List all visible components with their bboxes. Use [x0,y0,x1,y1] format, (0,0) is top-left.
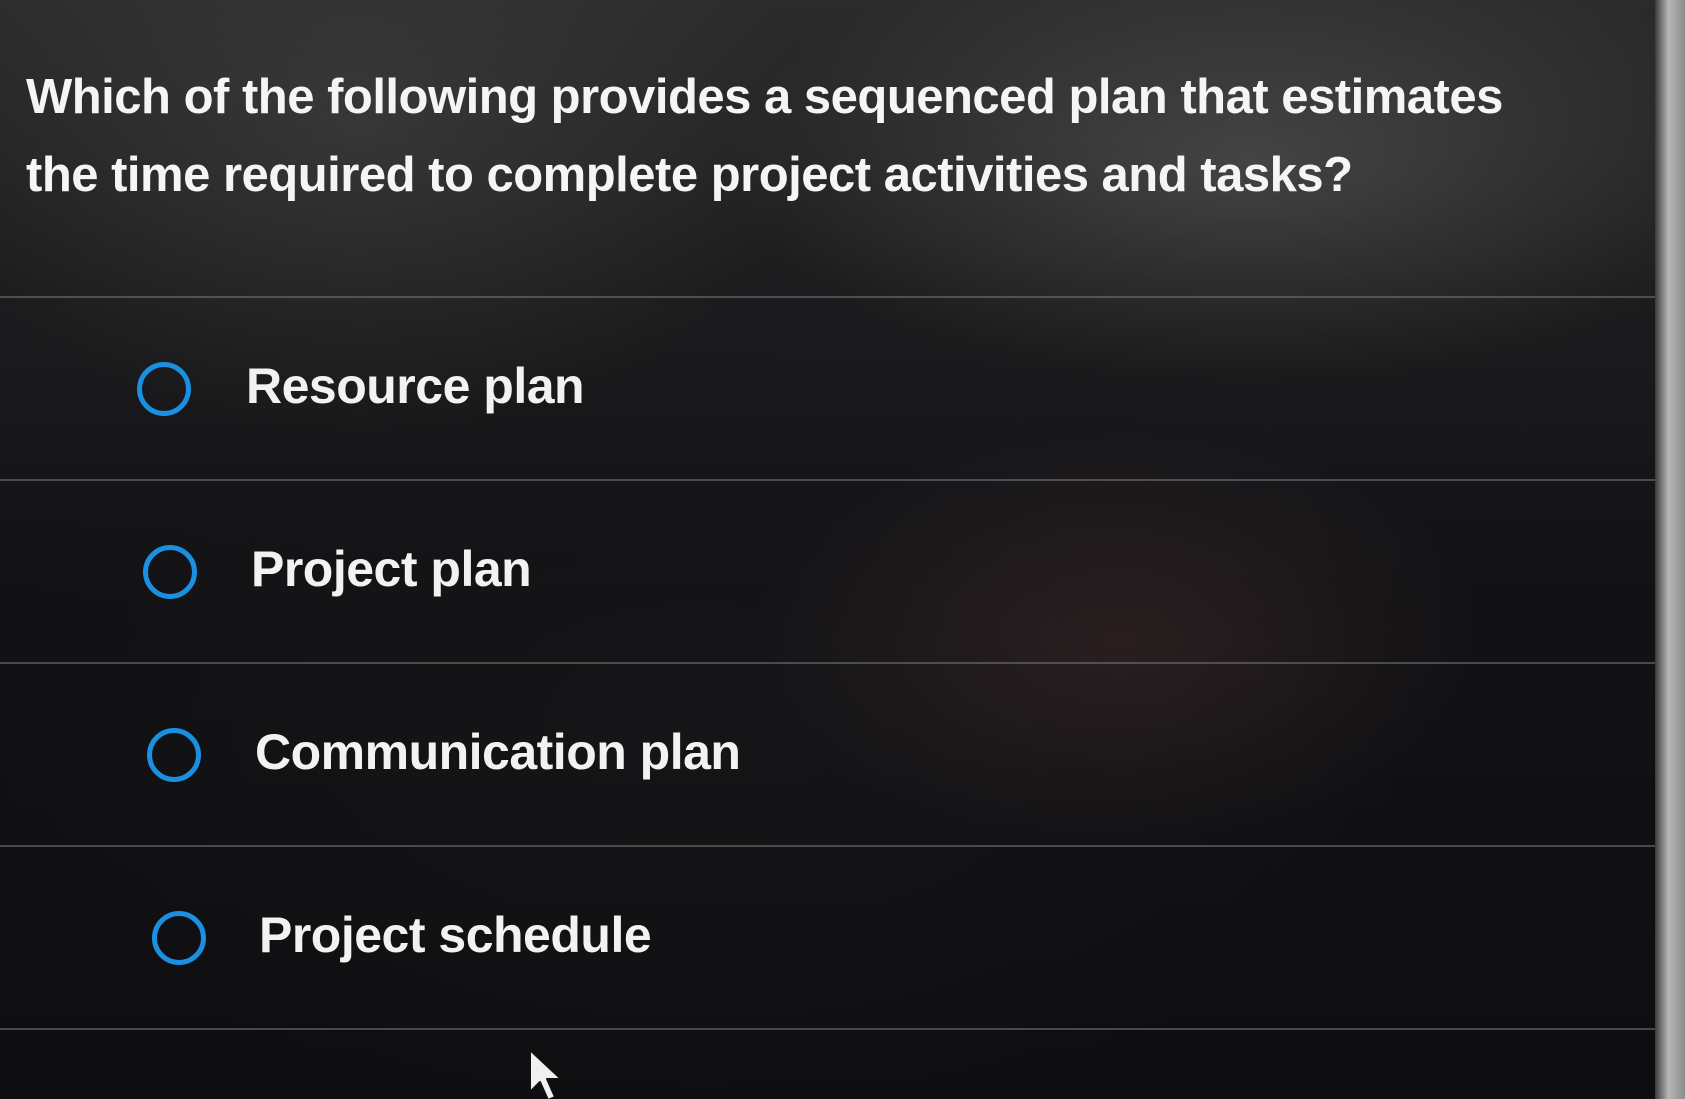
option-label: Project schedule [259,906,652,963]
screen-bezel [1655,0,1685,1099]
mouse-pointer-icon [529,1049,562,1099]
radio-unchecked-icon[interactable] [147,727,201,782]
radio-unchecked-icon[interactable] [137,361,191,416]
quiz-page: Which of the following provides a sequen… [0,0,1685,1099]
option-label: Communication plan [255,723,741,780]
option-project-schedule[interactable]: Project schedule [0,847,1655,1028]
option-communication-plan[interactable]: Communication plan [0,664,1655,845]
option-label: Resource plan [246,357,585,414]
radio-unchecked-icon[interactable] [152,910,206,965]
question-text: Which of the following provides a sequen… [26,70,1503,202]
answer-options: Resource plan Project plan Communication… [0,296,1655,1030]
radio-unchecked-icon[interactable] [143,544,197,599]
divider [0,1028,1655,1030]
option-label: Project plan [251,540,532,597]
option-project-plan[interactable]: Project plan [0,481,1655,662]
option-resource-plan[interactable]: Resource plan [0,298,1655,479]
